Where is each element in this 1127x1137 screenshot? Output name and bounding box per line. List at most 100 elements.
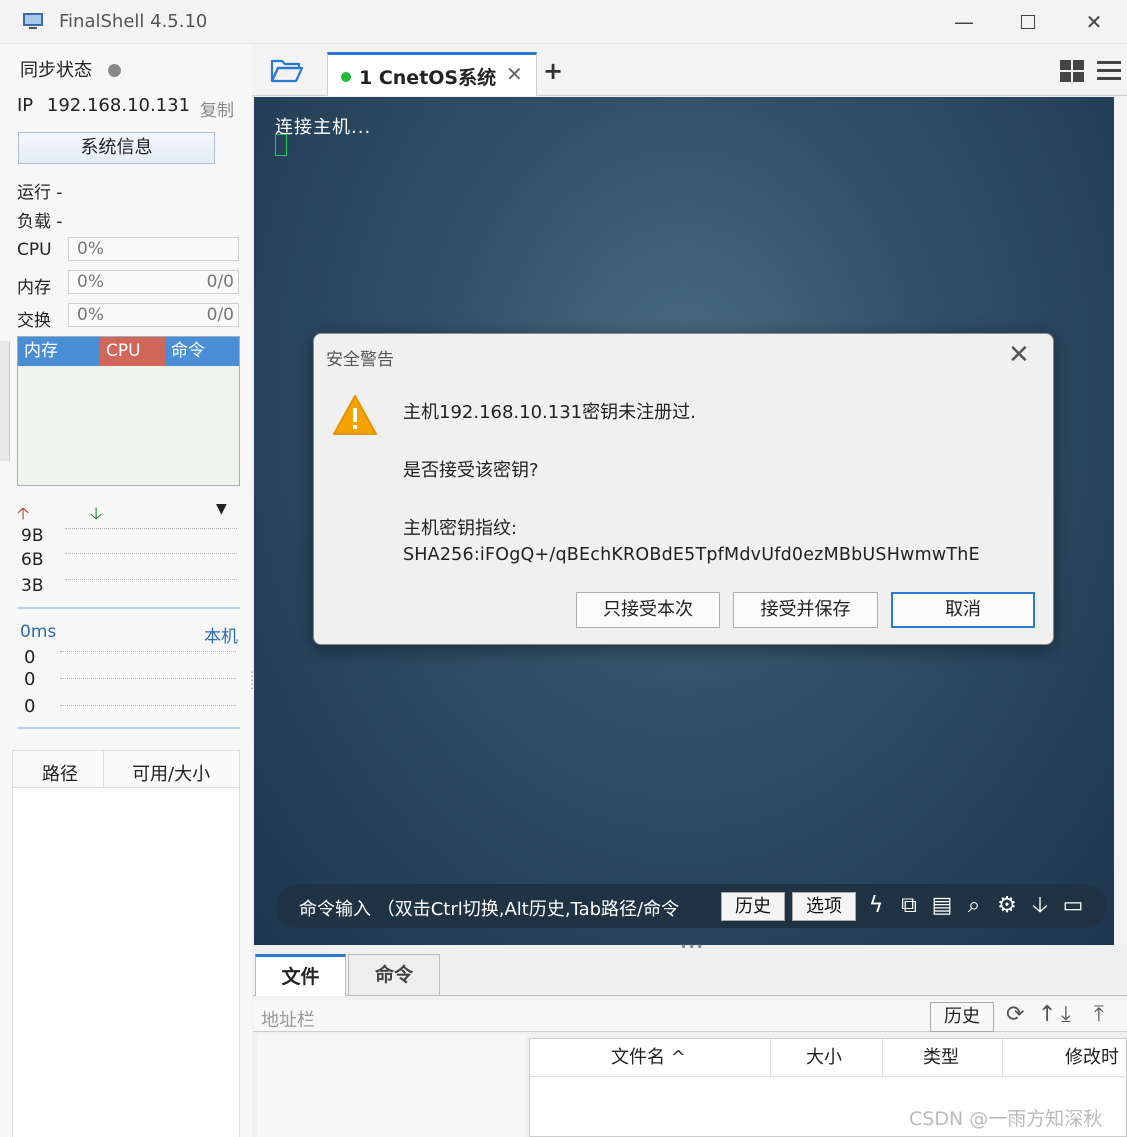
window-title: FinalShell 4.5.10 — [59, 11, 208, 32]
lightning-icon[interactable]: ϟ — [862, 892, 890, 920]
ip-label: IP — [17, 95, 34, 116]
system-info-button[interactable]: 系统信息 — [18, 132, 215, 164]
cancel-button[interactable]: 取消 — [891, 592, 1035, 628]
sync-status-dot-icon — [107, 64, 121, 77]
disk-col-size[interactable]: 可用/大小 — [132, 760, 210, 786]
download-icon[interactable]: ⤓ — [1061, 1002, 1071, 1027]
file-panel-tabs: 文件 命令 — [253, 953, 1127, 996]
memory-label: 内存 — [17, 278, 51, 298]
close-window-button[interactable]: ✕ — [1079, 8, 1109, 36]
ping-row: 0 — [24, 696, 36, 717]
grid-icon — [1060, 60, 1084, 82]
terminal-output: 连接主机... — [275, 117, 372, 138]
tab-commands[interactable]: 命令 — [348, 954, 440, 996]
swap-label: 交换 — [17, 311, 51, 331]
process-col-cpu[interactable]: CPU — [100, 337, 165, 366]
file-col-size[interactable]: 大小 — [771, 1039, 883, 1077]
dialog-close-icon[interactable]: ✕ — [1008, 340, 1030, 370]
parent-folder-icon[interactable]: ↑ — [1038, 1002, 1056, 1027]
file-col-type[interactable]: 类型 — [883, 1039, 1003, 1077]
file-col-name[interactable]: 文件名 ^ — [530, 1039, 771, 1077]
upload-icon[interactable]: ⤒ — [1094, 1002, 1104, 1027]
ping-grid-line — [60, 705, 236, 706]
watermark: CSDN @一雨方知深秋 — [909, 1108, 1103, 1130]
process-col-command[interactable]: 命令 — [165, 337, 239, 366]
new-tab-button[interactable]: + — [543, 57, 563, 85]
ping-grid-line — [60, 651, 236, 652]
minimize-button[interactable]: — — [949, 8, 979, 36]
open-session-manager-button[interactable] — [270, 57, 304, 88]
ping-row: 0 — [24, 669, 36, 690]
folder-open-icon — [270, 59, 304, 83]
process-table-header: 内存 CPU 命令 — [18, 337, 239, 366]
command-options-button[interactable]: 选项 — [792, 892, 856, 921]
arrow-down-icon[interactable]: 🡣 — [1026, 892, 1054, 920]
swap-bar: 0% 0/0 — [68, 303, 239, 327]
network-interface-dropdown[interactable]: ▼ — [216, 501, 227, 517]
window-icon[interactable]: ▭ — [1059, 892, 1087, 920]
sidebar-scrollbar[interactable] — [0, 341, 10, 461]
net-level-3: 3B — [21, 576, 44, 596]
menu-button[interactable] — [1097, 60, 1121, 87]
warning-icon — [333, 395, 377, 435]
ping-target[interactable]: 本机 — [204, 622, 238, 647]
security-warning-dialog: 安全警告 ✕ 主机192.168.10.131密钥未注册过. 是否接受该密钥? … — [313, 333, 1054, 645]
minimize-icon: — — [954, 10, 974, 34]
title-bar: FinalShell 4.5.10 — ✕ — [0, 0, 1127, 44]
memory-bar: 0% 0/0 — [68, 270, 239, 294]
refresh-icon[interactable]: ⟳ — [1006, 1002, 1024, 1027]
gear-icon[interactable]: ⚙ — [993, 892, 1021, 920]
ping-grid-line — [60, 678, 236, 679]
address-bar[interactable]: 地址栏 历史 ⟳ ↑ ⤓ ⤒ — [253, 1000, 1127, 1032]
dialog-title: 安全警告 — [326, 350, 394, 370]
disk-table-body — [12, 788, 240, 1137]
net-level-1: 9B — [21, 526, 44, 546]
ping-row: 0 — [24, 647, 36, 668]
uptime-label: 运行 - — [17, 183, 63, 203]
ping-value: 0ms — [20, 622, 57, 642]
close-icon: ✕ — [1085, 10, 1103, 34]
memory-detail: 0/0 — [206, 272, 234, 292]
net-grid-line — [65, 579, 237, 580]
address-history-button[interactable]: 历史 — [930, 1002, 994, 1032]
fingerprint-label: 主机密钥指纹: — [403, 518, 518, 539]
address-placeholder: 地址栏 — [261, 1010, 315, 1031]
tab-files[interactable]: 文件 — [255, 954, 346, 996]
net-grid-line — [65, 528, 237, 529]
command-history-button[interactable]: 历史 — [721, 892, 785, 921]
net-level-2: 6B — [21, 550, 44, 570]
close-tab-icon[interactable]: ✕ — [506, 62, 523, 86]
disk-col-path[interactable]: 路径 — [42, 760, 78, 786]
sync-status: 同步状态 — [20, 56, 121, 82]
dialog-message: 主机192.168.10.131密钥未注册过. — [403, 402, 696, 423]
download-arrow-icon: 🡣 — [90, 504, 103, 524]
directory-tree[interactable] — [257, 1035, 525, 1137]
copy-ip-button[interactable]: 复制 — [200, 96, 234, 121]
file-col-modified[interactable]: 修改时 — [1003, 1039, 1127, 1077]
copy-icon[interactable]: ⧉ — [895, 892, 923, 920]
panel-splitter-icon[interactable]: ••• — [680, 940, 704, 954]
process-col-memory[interactable]: 内存 — [18, 337, 100, 366]
accept-once-button[interactable]: 只接受本次 — [576, 592, 720, 628]
maximize-button[interactable] — [1013, 8, 1043, 36]
paste-icon[interactable]: ▤ — [928, 892, 956, 920]
swap-value: 0% — [77, 305, 104, 325]
command-input-bar[interactable]: 命令输入 （双击Ctrl切换,Alt历史,Tab路径/命令 历史 选项 ϟ ⧉ … — [276, 884, 1106, 928]
accept-and-save-button[interactable]: 接受并保存 — [733, 592, 878, 628]
layout-grid-button[interactable] — [1060, 60, 1084, 87]
fingerprint-value: SHA256:iFOgQ+/qBEchKROBdE5TpfMdvUfd0ezMB… — [403, 545, 980, 565]
search-icon[interactable]: ⌕ — [960, 892, 988, 920]
session-tab-label: 1 CnetOS系统 — [359, 67, 497, 89]
tab-session-1[interactable]: 1 CnetOS系统 ✕ — [327, 52, 537, 96]
sync-status-label: 同步状态 — [20, 60, 92, 81]
column-divider — [103, 751, 104, 788]
dialog-question: 是否接受该密钥? — [403, 460, 539, 481]
net-grid-line — [65, 553, 237, 554]
sidebar: 同步状态 IP 192.168.10.131 复制 系统信息 运行 - 负载 -… — [0, 44, 258, 1137]
terminal-scrollbar[interactable] — [1114, 97, 1127, 945]
command-input-hint[interactable]: 命令输入 （双击Ctrl切换,Alt历史,Tab路径/命令 — [299, 895, 679, 921]
app-icon — [23, 13, 43, 29]
cpu-label: CPU — [17, 240, 52, 260]
cpu-bar: 0% — [68, 237, 239, 261]
disk-table-header: 路径 可用/大小 — [12, 750, 240, 788]
